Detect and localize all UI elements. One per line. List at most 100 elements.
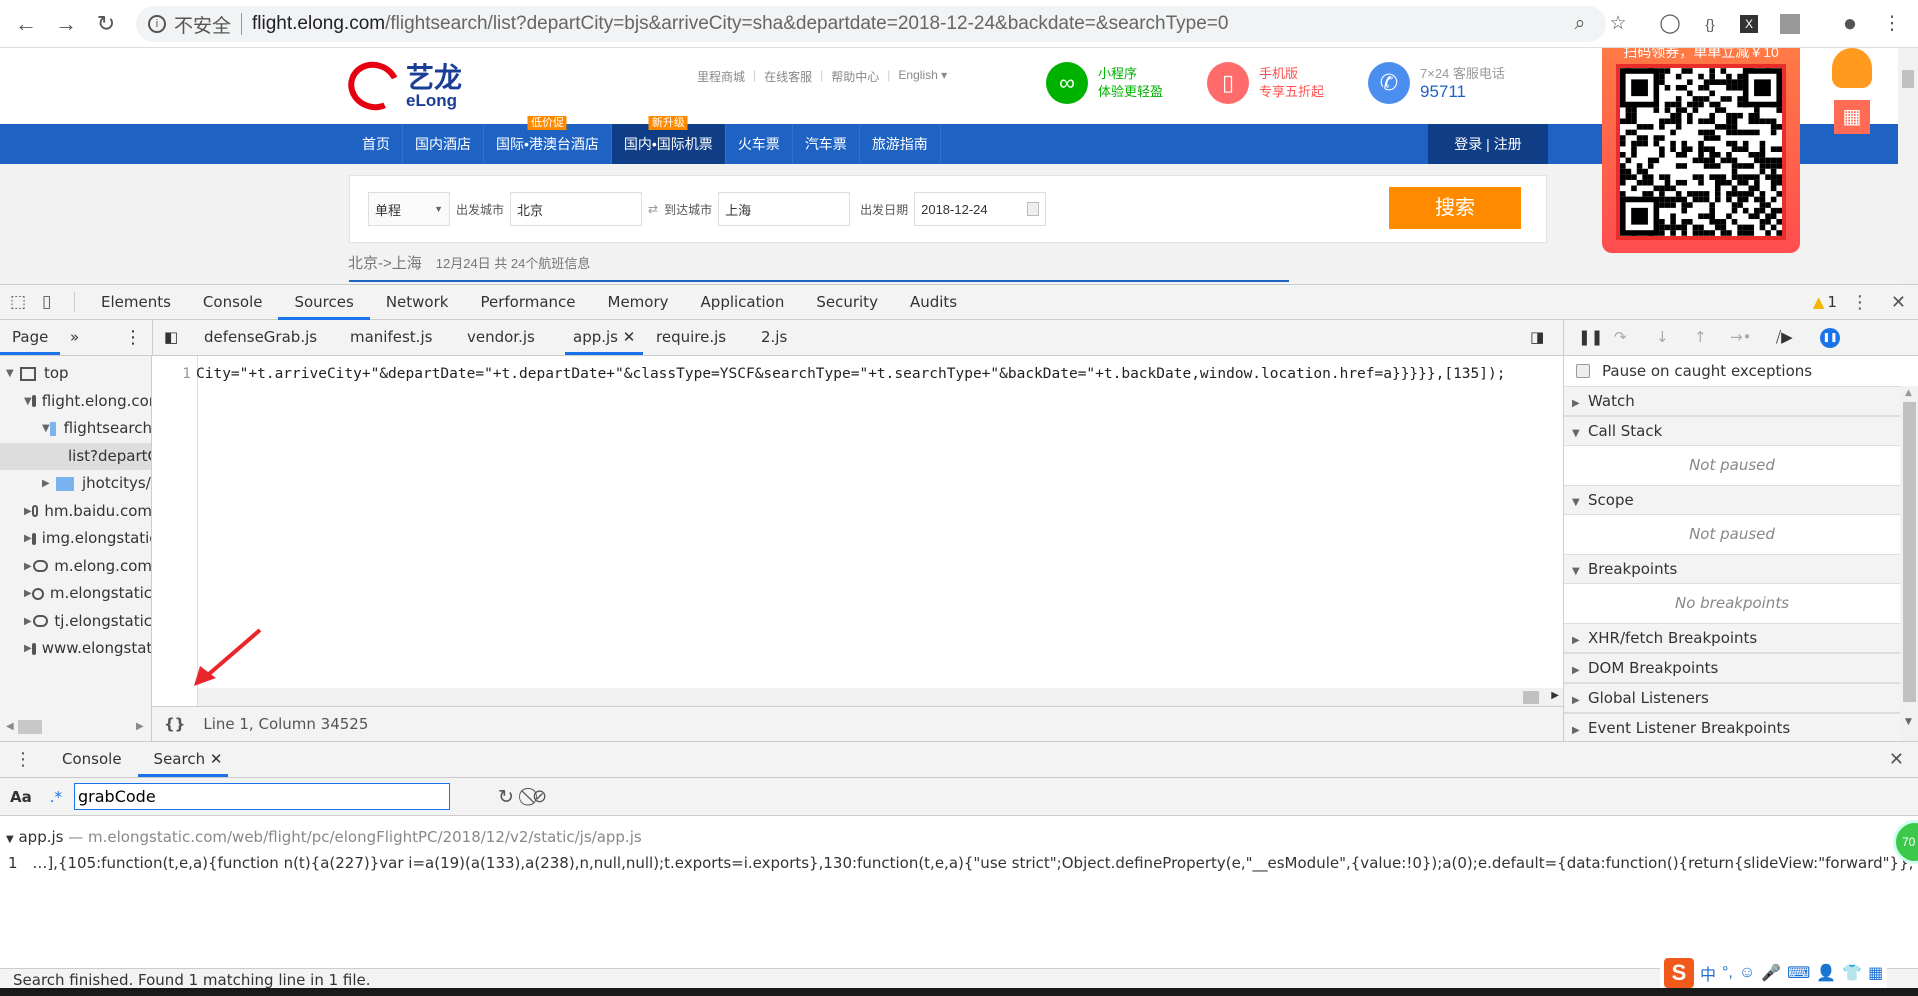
- address-bar[interactable]: i 不安全 flight.elong.com/flightsearch/list…: [136, 6, 1606, 42]
- expand-icon[interactable]: ▶: [24, 635, 32, 662]
- trip-type-select[interactable]: 单程 ▼: [368, 192, 450, 226]
- drawer-tab-console[interactable]: Console: [46, 742, 138, 777]
- sogou-logo[interactable]: S: [1664, 958, 1694, 988]
- ime-voice-icon[interactable]: 🎤: [1761, 963, 1781, 983]
- link-mileage-mall[interactable]: 里程商城: [697, 68, 745, 85]
- link-english[interactable]: English ▾: [898, 68, 947, 85]
- menu-icon[interactable]: ⋮: [1880, 12, 1904, 36]
- match-case-toggle[interactable]: Aa: [10, 788, 32, 806]
- extension-puzzle-icon[interactable]: [1780, 14, 1800, 34]
- tab-network[interactable]: Network: [370, 285, 465, 320]
- tree-item[interactable]: ▼ top: [0, 360, 151, 387]
- expand-icon[interactable]: ▶: [24, 525, 32, 552]
- ime-keyboard-icon[interactable]: ⌨: [1787, 963, 1810, 983]
- tab-page[interactable]: Page: [0, 320, 60, 355]
- file-tab[interactable]: defenseGrab.js: [204, 320, 317, 355]
- nav-item[interactable]: 旅游指南: [860, 124, 941, 164]
- pause-icon[interactable]: ❚❚: [1578, 320, 1603, 355]
- pane-section[interactable]: ▶ Event Listener Breakpoints: [1564, 713, 1900, 741]
- expand-icon[interactable]: ▼: [6, 360, 20, 387]
- inspect-element-icon[interactable]: ⬚: [10, 292, 32, 312]
- tab-elements[interactable]: Elements: [85, 285, 187, 320]
- nav-item[interactable]: 汽车票: [793, 124, 860, 164]
- expand-icon[interactable]: ▶: [24, 498, 32, 525]
- clear-search-icon[interactable]: ⃠⊘: [532, 786, 547, 807]
- depart-city-input[interactable]: 北京: [510, 192, 643, 226]
- step-over-icon[interactable]: ↷: [1614, 320, 1627, 355]
- toggle-debugger-icon[interactable]: ◨: [1530, 320, 1544, 355]
- nav-item[interactable]: 国内•国际机票 新升级: [611, 116, 726, 164]
- star-icon[interactable]: ☆: [1606, 12, 1630, 36]
- login-register-button[interactable]: 登录 | 注册: [1428, 124, 1548, 164]
- tree-item[interactable]: ▶ hm.baidu.com: [0, 498, 151, 525]
- calendar-icon[interactable]: [1027, 202, 1040, 216]
- pane-section[interactable]: ▼ Breakpoints: [1564, 554, 1900, 584]
- expand-icon[interactable]: ▼: [42, 415, 50, 442]
- account-icon[interactable]: ●: [1838, 12, 1862, 36]
- debugger-scrollbar[interactable]: ▲ ▼: [1900, 386, 1918, 741]
- search-button[interactable]: 搜索: [1389, 187, 1521, 229]
- file-tab[interactable]: require.js: [656, 320, 726, 355]
- reload-button[interactable]: ↻: [92, 10, 120, 38]
- device-toolbar-icon[interactable]: ▯: [42, 292, 64, 312]
- qr-popup[interactable]: 扫码领券，单单立减￥10: [1602, 48, 1800, 253]
- page-scrollbar[interactable]: [1898, 48, 1918, 284]
- tree-item[interactable]: ▶ m.elong.com: [0, 553, 151, 580]
- promo-miniprogram[interactable]: ∞ 小程序 体验更轻盈: [1046, 62, 1163, 104]
- tree-item[interactable]: ▶ img.elongstatic: [0, 525, 151, 552]
- pause-on-caught-checkbox[interactable]: [1576, 364, 1590, 378]
- zoom-icon[interactable]: ⌕: [1568, 12, 1592, 36]
- nav-item[interactable]: 火车票: [726, 124, 793, 164]
- ime-user-icon[interactable]: 👤: [1816, 963, 1836, 983]
- navigator-hscrollbar[interactable]: ◀ ▶: [0, 718, 151, 736]
- file-tab[interactable]: vendor.js: [467, 320, 535, 355]
- result-line-row[interactable]: 1 …],{105:function(t,e,a){function n(t){…: [8, 854, 1913, 872]
- devtools-menu-icon[interactable]: ⋮: [1851, 292, 1869, 313]
- tree-item[interactable]: ▼ flightsearch: [0, 415, 151, 442]
- file-tab[interactable]: manifest.js: [350, 320, 432, 355]
- tab-sources[interactable]: Sources: [278, 285, 371, 320]
- close-tab-icon[interactable]: ✕: [210, 750, 223, 768]
- tree-item[interactable]: ▶ www.elongstatic: [0, 635, 151, 662]
- pretty-print-icon[interactable]: {}: [164, 715, 185, 733]
- ime-emoji-icon[interactable]: ☺: [1739, 964, 1755, 982]
- pause-on-caught-row[interactable]: Pause on caught exceptions: [1564, 356, 1918, 386]
- tab-audits[interactable]: Audits: [894, 285, 973, 320]
- nav-item[interactable]: 国内酒店: [403, 124, 484, 164]
- info-icon[interactable]: i: [148, 15, 166, 33]
- drawer-menu-icon[interactable]: ⋮: [14, 749, 32, 770]
- rocket-icon[interactable]: [1832, 48, 1872, 88]
- ime-chinese-mode[interactable]: 中: [1700, 961, 1716, 985]
- expand-icon[interactable]: ▼: [24, 388, 32, 415]
- nav-item[interactable]: 国际•港澳台酒店 低价促: [484, 116, 612, 164]
- search-input[interactable]: [74, 783, 451, 810]
- swap-icon[interactable]: ⇄: [648, 202, 658, 216]
- expand-icon[interactable]: ▶: [24, 553, 33, 580]
- tree-item[interactable]: ▶ m.elongstatic: [0, 580, 151, 607]
- expand-icon[interactable]: ▶: [24, 608, 33, 635]
- depart-date-input[interactable]: 2018-12-24: [914, 192, 1047, 226]
- pane-section[interactable]: ▶ Global Listeners: [1564, 683, 1900, 713]
- result-file-row[interactable]: ▼ app.js — m.elongstatic.com/web/flight/…: [6, 828, 642, 846]
- qr-mini-icon[interactable]: ▦: [1834, 100, 1870, 134]
- editor-hscrollbar[interactable]: ▶: [198, 688, 1563, 706]
- expand-icon[interactable]: ▶: [42, 470, 56, 497]
- pause-on-exceptions-icon[interactable]: ❚❚: [1820, 328, 1840, 348]
- deactivate-breakpoints-icon[interactable]: ⧸▶: [1776, 320, 1793, 355]
- tree-item[interactable]: list?departCity: [0, 442, 151, 470]
- extension-braces-icon[interactable]: {}: [1698, 12, 1722, 36]
- drawer-tab-search[interactable]: Search ✕: [137, 742, 229, 777]
- forward-button[interactable]: →: [52, 10, 80, 38]
- tab-memory[interactable]: Memory: [592, 285, 685, 320]
- toggle-navigator-icon[interactable]: ◧: [164, 320, 178, 355]
- pane-section[interactable]: ▶ DOM Breakpoints: [1564, 653, 1900, 683]
- nav-item[interactable]: 首页: [350, 124, 403, 164]
- refresh-icon[interactable]: ↻: [498, 786, 514, 808]
- extension-x-icon[interactable]: X: [1740, 15, 1758, 33]
- tab-security[interactable]: Security: [800, 285, 894, 320]
- warning-count[interactable]: 1: [1827, 293, 1837, 311]
- step-out-icon[interactable]: ↑: [1694, 320, 1707, 355]
- close-tab-icon[interactable]: ✕: [623, 328, 636, 346]
- arrive-city-input[interactable]: 上海: [718, 192, 851, 226]
- pane-section[interactable]: ▶ Watch: [1564, 386, 1900, 416]
